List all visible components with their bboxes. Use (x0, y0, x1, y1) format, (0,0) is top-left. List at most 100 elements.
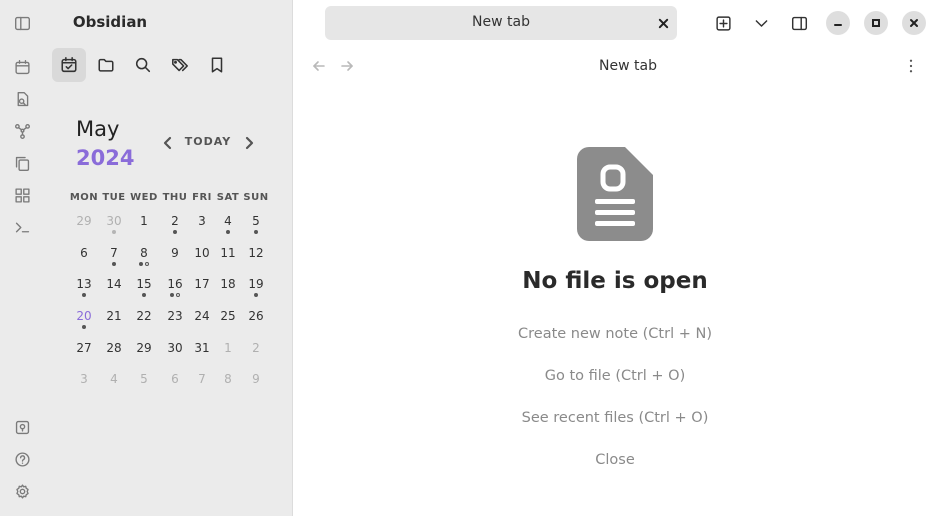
calendar-day[interactable]: 2 (162, 214, 188, 242)
note-dots (162, 262, 188, 267)
terminal-icon[interactable] (11, 216, 33, 238)
close-link[interactable]: Close (470, 452, 760, 468)
note-dots (215, 325, 241, 330)
close-tab-button[interactable] (655, 15, 671, 31)
calendar-day[interactable]: 19 (243, 277, 269, 305)
calendar-day[interactable]: 23 (162, 309, 188, 337)
note-dots (215, 388, 241, 393)
copy-icon[interactable] (11, 152, 33, 174)
calendar-day[interactable]: 24 (189, 309, 215, 337)
calendar-day-number: 23 (167, 309, 183, 323)
create-new-note-link[interactable]: Create new note (Ctrl + N) (470, 326, 760, 342)
calendar-day[interactable]: 4 (215, 214, 241, 242)
calendar-day[interactable]: 3 (71, 372, 97, 400)
calendar-day[interactable]: 29 (131, 341, 157, 369)
calendar-day[interactable]: 30 (101, 214, 127, 242)
calendar-day[interactable]: 8 (215, 372, 241, 400)
calendar-day-number: 12 (248, 246, 264, 260)
calendar-day-number: 8 (140, 246, 148, 260)
calendar-day[interactable]: 20 (71, 309, 97, 337)
sidebar-tab-tags[interactable] (163, 48, 197, 82)
tab-list-button[interactable] (750, 12, 772, 34)
graph-icon[interactable] (11, 120, 33, 142)
calendar-day[interactable]: 9 (162, 246, 188, 274)
more-options-button[interactable] (902, 57, 920, 75)
note-dots (215, 293, 241, 298)
calendar-day[interactable]: 9 (243, 372, 269, 400)
calendar-day[interactable]: 8 (131, 246, 157, 274)
sidebar-tab-bookmarks[interactable] (200, 48, 234, 82)
calendar-day[interactable]: 1 (215, 341, 241, 369)
today-button[interactable]: TODAY (184, 135, 232, 148)
navigate-forward-button[interactable] (338, 57, 356, 75)
navigate-back-button[interactable] (310, 57, 328, 75)
calendar-day[interactable]: 7 (101, 246, 127, 274)
weekday-label: MON (69, 192, 99, 203)
note-dots (215, 357, 241, 362)
calendar-day[interactable]: 1 (131, 214, 157, 242)
calendar-day[interactable]: 4 (101, 372, 127, 400)
calendar-day[interactable]: 3 (189, 214, 215, 242)
calendar-day-number: 2 (171, 214, 179, 228)
maximize-button[interactable] (864, 11, 888, 35)
new-tab-button[interactable] (712, 12, 734, 34)
calendar-day-number: 31 (194, 341, 210, 355)
calendar-day[interactable]: 2 (243, 341, 269, 369)
note-dot (226, 230, 230, 234)
calendar-day[interactable]: 5 (243, 214, 269, 242)
tab-new-tab[interactable]: New tab (325, 6, 677, 40)
calendar-day[interactable]: 15 (131, 277, 157, 305)
plus-square-icon (715, 15, 731, 31)
calendar-day-number: 19 (248, 277, 264, 291)
calendar-day[interactable]: 26 (243, 309, 269, 337)
calendar-day[interactable]: 13 (71, 277, 97, 305)
calendar-day[interactable]: 29 (71, 214, 97, 242)
calendar-icon[interactable] (11, 56, 33, 78)
calendar-day-number: 24 (194, 309, 210, 323)
calendar-day[interactable]: 7 (189, 372, 215, 400)
note-dot (142, 293, 146, 297)
minimize-button[interactable] (826, 11, 850, 35)
go-to-file-link[interactable]: Go to file (Ctrl + O) (470, 368, 760, 384)
sidebar-tab-calendar[interactable] (52, 48, 86, 82)
sidebar-tab-files[interactable] (89, 48, 123, 82)
note-dots (189, 357, 215, 362)
calendar-day[interactable]: 5 (131, 372, 157, 400)
note-dots (71, 388, 97, 393)
calendar-day[interactable]: 30 (162, 341, 188, 369)
note-dots (243, 357, 269, 362)
calendar-day[interactable]: 17 (189, 277, 215, 305)
calendar-day[interactable]: 21 (101, 309, 127, 337)
calendar-day-number: 16 (167, 277, 183, 291)
sidebar-toggle-icon[interactable] (11, 12, 33, 34)
sidebar-tab-search[interactable] (126, 48, 160, 82)
close-window-button[interactable] (902, 11, 926, 35)
canvas-icon[interactable] (11, 184, 33, 206)
calendar-day-number: 10 (194, 246, 210, 260)
calendar-day[interactable]: 27 (71, 341, 97, 369)
calendar-day[interactable]: 12 (243, 246, 269, 274)
settings-icon[interactable] (11, 480, 33, 502)
calendar-day[interactable]: 18 (215, 277, 241, 305)
help-icon[interactable] (11, 448, 33, 470)
recent-files-link[interactable]: See recent files (Ctrl + O) (470, 410, 760, 426)
calendar-day[interactable]: 6 (71, 246, 97, 274)
calendar-day[interactable]: 31 (189, 341, 215, 369)
calendar-day[interactable]: 6 (162, 372, 188, 400)
calendar-day[interactable]: 14 (101, 277, 127, 305)
next-month-button[interactable] (239, 133, 259, 153)
toggle-right-sidebar-button[interactable] (788, 12, 810, 34)
weekday-label: WED (130, 192, 158, 203)
previous-month-button[interactable] (158, 133, 178, 153)
vault-icon[interactable] (11, 416, 33, 438)
view-header-title: New tab (599, 58, 657, 74)
calendar-day[interactable]: 25 (215, 309, 241, 337)
note-dots (131, 262, 157, 267)
calendar-day[interactable]: 28 (101, 341, 127, 369)
calendar-day[interactable]: 16 (162, 277, 188, 305)
calendar-day[interactable]: 11 (215, 246, 241, 274)
calendar-day[interactable]: 10 (189, 246, 215, 274)
file-search-icon[interactable] (11, 88, 33, 110)
note-dots (189, 325, 215, 330)
calendar-day[interactable]: 22 (131, 309, 157, 337)
